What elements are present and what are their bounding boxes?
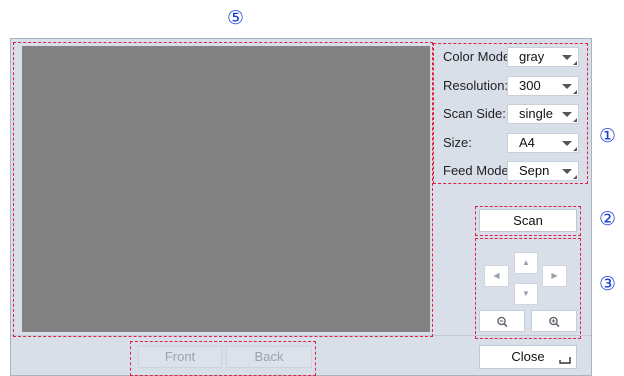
scan-button[interactable]: Scan <box>479 209 577 232</box>
pan-down-button[interactable]: ▼ <box>514 283 538 305</box>
callout-2: ② <box>599 208 617 230</box>
zoom-out-icon <box>497 316 508 328</box>
pan-left-button[interactable]: ◀ <box>484 265 509 287</box>
return-corner-icon <box>559 357 571 364</box>
chevron-down-icon <box>562 112 572 117</box>
scan-preview-area <box>22 46 430 332</box>
corner-marker-icon <box>573 175 577 179</box>
pan-right-button[interactable]: ▶ <box>542 265 567 287</box>
front-button[interactable]: Front <box>138 346 222 368</box>
close-button[interactable]: Close <box>479 345 577 369</box>
zoom-in-button[interactable] <box>531 310 577 332</box>
callout-3: ③ <box>599 273 617 295</box>
zoom-out-button[interactable] <box>479 310 525 332</box>
chevron-down-icon <box>562 55 572 60</box>
color-mode-label: Color Mode: <box>443 49 514 64</box>
chevron-down-icon <box>562 84 572 89</box>
corner-marker-icon <box>573 90 577 94</box>
scan-side-value: single <box>519 106 553 121</box>
color-mode-value: gray <box>519 49 545 64</box>
corner-marker-icon <box>573 118 577 122</box>
callout-5: ⑤ <box>227 7 245 29</box>
size-select[interactable]: A4 <box>507 133 579 153</box>
pan-up-button[interactable]: ▲ <box>514 252 538 274</box>
zoom-in-icon <box>549 316 560 328</box>
feed-mode-value: Sepn <box>519 163 550 178</box>
size-label: Size: <box>443 135 472 150</box>
resolution-label: Resolution: <box>443 78 509 93</box>
color-mode-select[interactable]: gray <box>507 47 579 67</box>
feed-mode-label: Feed Mode: <box>443 163 513 178</box>
resolution-select[interactable]: 300 <box>507 76 579 96</box>
chevron-down-icon <box>562 141 572 146</box>
chevron-down-icon <box>562 169 572 174</box>
close-label: Close <box>511 349 545 364</box>
corner-marker-icon <box>573 147 577 151</box>
resolution-value: 300 <box>519 78 541 93</box>
corner-marker-icon <box>573 61 577 65</box>
scan-side-label: Scan Side: <box>443 106 506 121</box>
feed-mode-select[interactable]: Sepn <box>507 161 579 181</box>
scan-side-select[interactable]: single <box>507 104 579 124</box>
back-button[interactable]: Back <box>226 346 312 368</box>
callout-1: ① <box>599 125 617 147</box>
size-value: A4 <box>519 135 535 150</box>
